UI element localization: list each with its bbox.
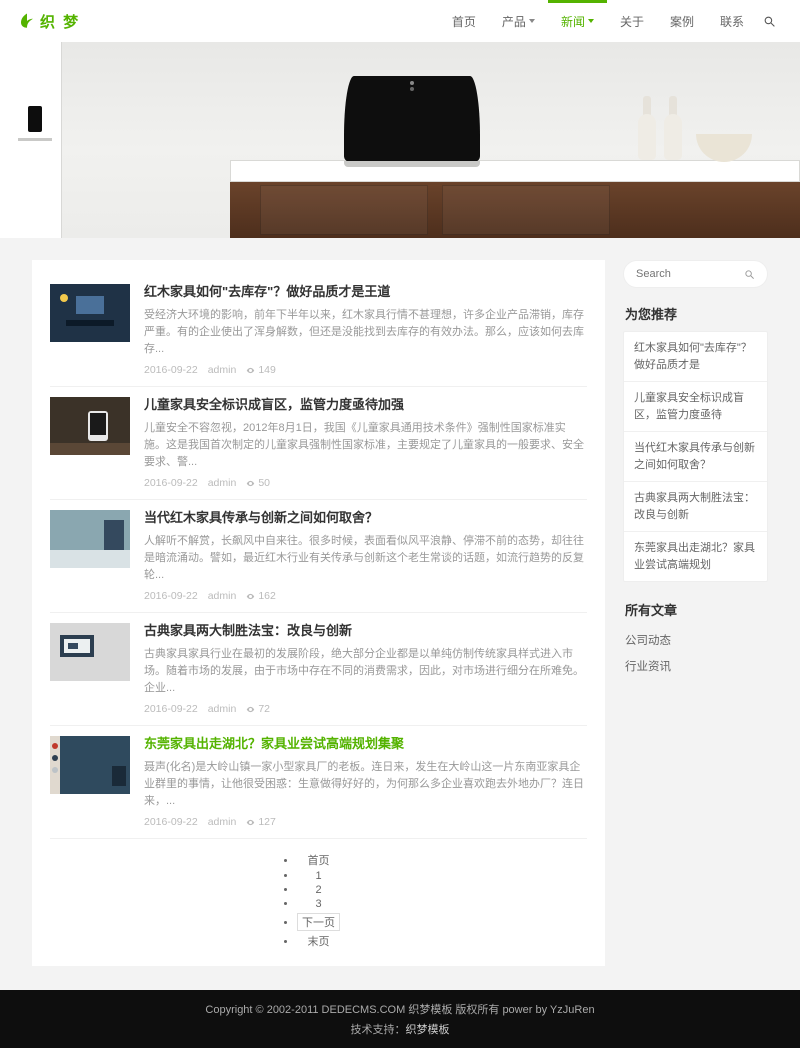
logo-text: 织 梦 — [40, 11, 80, 32]
search-icon — [744, 269, 755, 280]
hero-bowl — [696, 134, 752, 162]
eye-icon — [246, 366, 255, 375]
footer-copyright: Copyright © 2002-2011 DEDECMS.COM 织梦模板 版… — [0, 1001, 800, 1021]
article-summary: 受经济大环境的影响，前年下半年以来，红木家具行情不甚理想，许多企业产品滞销，库存… — [144, 307, 587, 358]
nav-news[interactable]: 新闻 — [548, 0, 607, 42]
category-item[interactable]: 公司动态 — [623, 627, 768, 653]
pagination-home[interactable]: 首页 — [297, 851, 340, 869]
eye-icon — [246, 705, 255, 714]
article-summary: 人解听不解赏，长飙风中自来往。很多时候，表面看似风平浪静、停滞不前的态势，却往往… — [144, 533, 587, 584]
article-item: 儿童家具安全标识成盲区，监管力度亟待加强 儿童安全不容忽视，2012年8月1日，… — [50, 387, 587, 500]
categories: 所有文章 公司动态 行业资讯 — [623, 600, 768, 679]
article-views: 127 — [246, 816, 276, 828]
article-title[interactable]: 儿童家具安全标识成盲区，监管力度亟待加强 — [144, 397, 587, 414]
search-input[interactable] — [636, 268, 744, 280]
recommend-item[interactable]: 东莞家具出走湖北？家具业尝试高端规划 — [624, 532, 767, 581]
eye-icon — [246, 479, 255, 488]
primary-nav: 首页 产品 新闻 关于 案例 联系 — [439, 0, 782, 42]
hero-wall-decor — [0, 42, 62, 238]
pagination-page-2[interactable]: 2 — [297, 883, 340, 897]
logo-leaf-icon — [18, 12, 36, 30]
article-thumb[interactable] — [50, 510, 130, 568]
nav-products[interactable]: 产品 — [489, 0, 548, 42]
article-meta: 2016-09-22 admin 72 — [144, 703, 587, 715]
pagination-page-3[interactable]: 3 — [297, 897, 340, 911]
article-title[interactable]: 红木家具如何"去库存"？做好品质才是王道 — [144, 284, 587, 301]
sidebar: 为您推荐 红木家具如何"去库存"？做好品质才是 儿童家具安全标识成盲区，监管力度… — [623, 260, 768, 966]
article-meta: 2016-09-22 admin 50 — [144, 477, 587, 489]
categories-title: 所有文章 — [623, 600, 768, 619]
search-icon — [763, 15, 776, 28]
eye-icon — [246, 592, 255, 601]
article-date: 2016-09-22 — [144, 590, 198, 602]
hero-speaker — [344, 76, 480, 162]
search-toggle[interactable] — [757, 0, 782, 42]
article-meta: 2016-09-22 admin 127 — [144, 816, 587, 828]
article-date: 2016-09-22 — [144, 703, 198, 715]
footer-tech-link[interactable]: 织梦模板 — [406, 1024, 450, 1036]
article-title[interactable]: 东莞家具出走湖北？家具业尝试高端规划集聚 — [144, 736, 587, 753]
nav-contact[interactable]: 联系 — [707, 0, 757, 42]
recommend-item[interactable]: 当代红木家具传承与创新之间如何取舍？ — [624, 432, 767, 482]
pagination-next[interactable]: 下一页 — [297, 911, 340, 932]
article-author: admin — [208, 477, 237, 489]
article-date: 2016-09-22 — [144, 364, 198, 376]
article-meta: 2016-09-22 admin 149 — [144, 364, 587, 376]
recommend-list: 红木家具如何"去库存"？做好品质才是 儿童家具安全标识成盲区，监管力度亟待 当代… — [623, 331, 768, 582]
nav-about[interactable]: 关于 — [607, 0, 657, 42]
article-date: 2016-09-22 — [144, 477, 198, 489]
article-item: 古典家具两大制胜法宝：改良与创新 古典家具家具行业在最初的发展阶段，绝大部分企业… — [50, 613, 587, 726]
chevron-down-icon — [588, 19, 594, 23]
article-views: 149 — [246, 364, 276, 376]
pagination-last[interactable]: 末页 — [297, 932, 340, 950]
article-views: 72 — [246, 703, 270, 715]
article-item: 东莞家具出走湖北？家具业尝试高端规划集聚 聂声(化名)是大岭山镇一家小型家具厂的… — [50, 726, 587, 839]
navbar: 织 梦 首页 产品 新闻 关于 案例 联系 — [0, 0, 800, 42]
eye-icon — [246, 818, 255, 827]
hero-console — [230, 160, 800, 238]
footer-tech: 技术支持：织梦模板 — [0, 1021, 800, 1041]
article-date: 2016-09-22 — [144, 816, 198, 828]
article-thumb[interactable] — [50, 736, 130, 794]
article-item: 当代红木家具传承与创新之间如何取舍？ 人解听不解赏，长飙风中自来往。很多时候，表… — [50, 500, 587, 613]
article-meta: 2016-09-22 admin 162 — [144, 590, 587, 602]
nav-home[interactable]: 首页 — [439, 0, 489, 42]
article-title[interactable]: 古典家具两大制胜法宝：改良与创新 — [144, 623, 587, 640]
recommend-item[interactable]: 红木家具如何"去库存"？做好品质才是 — [624, 332, 767, 382]
article-list: 红木家具如何"去库存"？做好品质才是王道 受经济大环境的影响，前年下半年以来，红… — [32, 260, 605, 966]
content-container: 红木家具如何"去库存"？做好品质才是王道 受经济大环境的影响，前年下半年以来，红… — [32, 260, 768, 966]
article-views: 50 — [246, 477, 270, 489]
category-item[interactable]: 行业资讯 — [623, 653, 768, 679]
article-author: admin — [208, 364, 237, 376]
article-views: 162 — [246, 590, 276, 602]
article-title[interactable]: 当代红木家具传承与创新之间如何取舍？ — [144, 510, 587, 527]
article-thumb[interactable] — [50, 284, 130, 342]
nav-cases[interactable]: 案例 — [657, 0, 707, 42]
article-author: admin — [208, 703, 237, 715]
hero-bottle-2 — [664, 96, 682, 160]
article-thumb[interactable] — [50, 623, 130, 681]
footer: Copyright © 2002-2011 DEDECMS.COM 织梦模板 版… — [0, 990, 800, 1048]
chevron-down-icon — [529, 19, 535, 23]
pagination: 首页 1 2 3 下一页 末页 — [50, 851, 587, 950]
article-author: admin — [208, 590, 237, 602]
recommend-item[interactable]: 儿童家具安全标识成盲区，监管力度亟待 — [624, 382, 767, 432]
recommend-title: 为您推荐 — [623, 304, 768, 323]
hero-bottle-1 — [638, 96, 656, 160]
sidebar-search[interactable] — [623, 260, 768, 288]
pagination-page-1[interactable]: 1 — [297, 869, 340, 883]
article-item: 红木家具如何"去库存"？做好品质才是王道 受经济大环境的影响，前年下半年以来，红… — [50, 274, 587, 387]
logo[interactable]: 织 梦 — [18, 11, 80, 32]
recommend-item[interactable]: 古典家具两大制胜法宝：改良与创新 — [624, 482, 767, 532]
article-summary: 聂声(化名)是大岭山镇一家小型家具厂的老板。连日来，发生在大岭山这一片东南亚家具… — [144, 759, 587, 810]
article-author: admin — [208, 816, 237, 828]
hero-banner — [0, 42, 800, 238]
article-thumb[interactable] — [50, 397, 130, 455]
article-summary: 儿童安全不容忽视，2012年8月1日，我国《儿童家具通用技术条件》强制性国家标准… — [144, 420, 587, 471]
article-summary: 古典家具家具行业在最初的发展阶段，绝大部分企业都是以单纯仿制传统家具样式进入市场… — [144, 646, 587, 697]
